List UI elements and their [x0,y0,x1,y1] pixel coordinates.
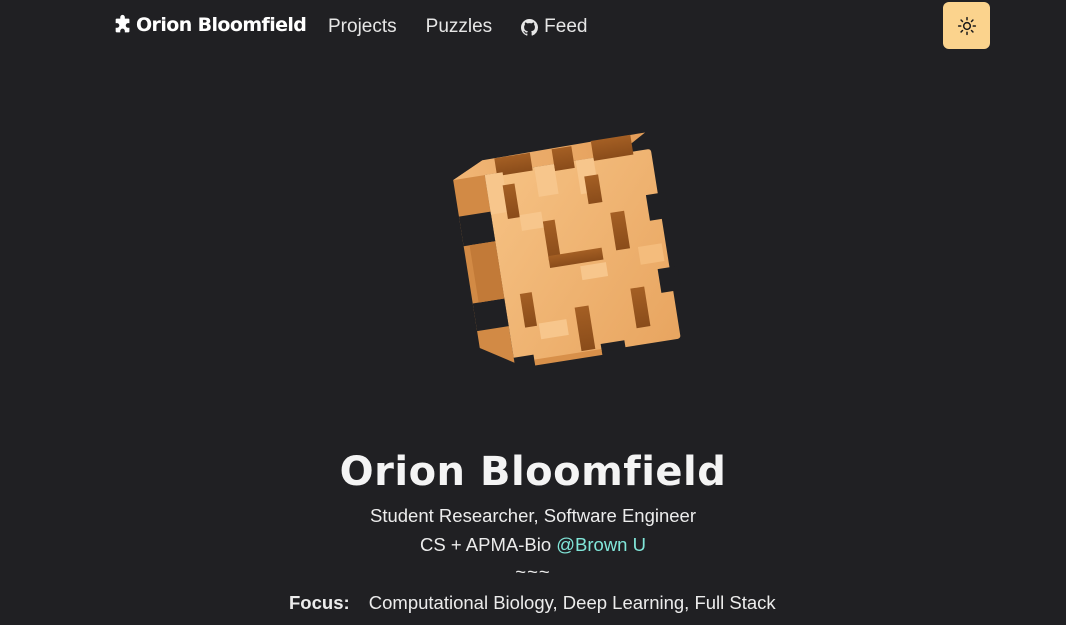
profile-study: CS + APMA-Bio @Brown U [0,534,1066,556]
focus-value: Computational Biology, Deep Learning, Fu… [368,592,776,613]
navbar: Orion Bloomfield Projects Puzzles Feed [0,0,1066,56]
wooden-puzzle-cube-illustration [453,132,682,366]
nav-link-feed[interactable]: Feed [521,16,587,38]
nav-link-projects[interactable]: Projects [328,16,397,38]
brand-link[interactable]: Orion Bloomfield [112,14,307,36]
focus-label: Focus: [289,592,350,613]
study-program: CS + APMA-Bio [420,534,552,555]
theme-toggle-button[interactable] [943,2,990,49]
profile-name: Orion Bloomfield [339,449,727,495]
nav-links: Projects Puzzles Feed [328,16,587,38]
nav-link-feed-label: Feed [544,16,588,37]
brand-name: Orion Bloomfield [136,14,307,36]
focus-row: Focus: Computational Biology, Deep Learn… [289,592,776,614]
puzzle-piece-icon [112,14,134,36]
nav-link-puzzles[interactable]: Puzzles [426,16,493,38]
brown-u-link[interactable]: @Brown U [556,534,646,555]
page: Orion Bloomfield Projects Puzzles Feed O… [0,0,1066,625]
profile-role: Student Researcher, Software Engineer [370,505,696,526]
separator: ~~~ [515,561,551,582]
hero-puzzle-cube[interactable] [418,108,718,398]
github-icon [521,18,539,36]
sun-icon [957,16,977,36]
